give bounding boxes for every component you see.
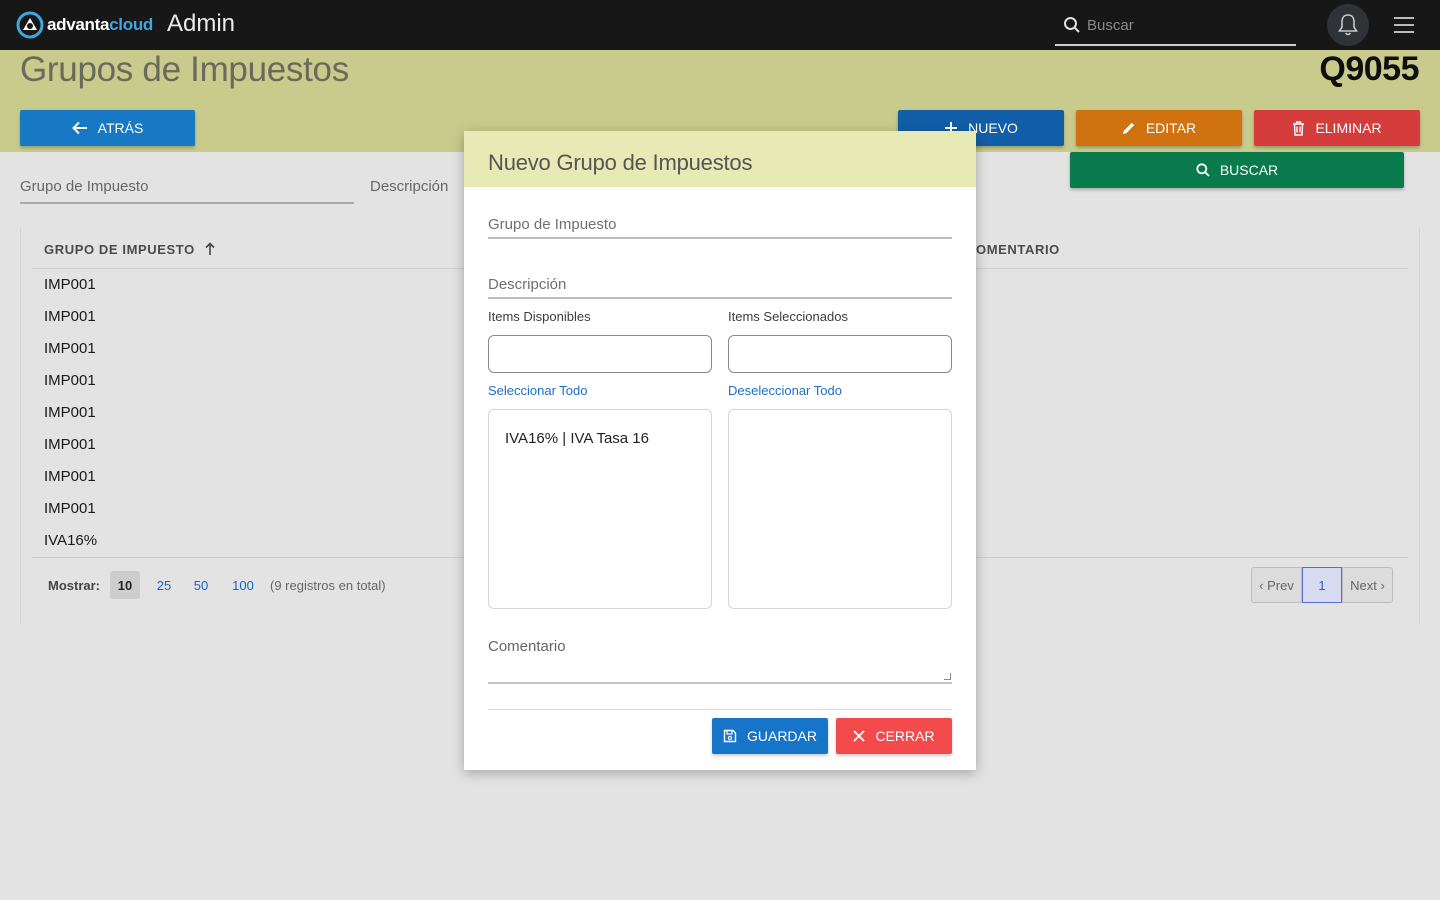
total-records: (9 registros en total) — [270, 578, 386, 593]
save-button[interactable]: GUARDAR — [712, 718, 828, 754]
table-row[interactable]: IMP001 — [44, 372, 96, 389]
table-row[interactable]: IMP001 — [44, 340, 96, 357]
page-size-label: Mostrar: — [48, 578, 101, 593]
page-size-10[interactable]: 10 — [110, 571, 140, 599]
selected-items-label: Items Seleccionados — [728, 309, 848, 324]
current-page-button[interactable]: 1 — [1302, 567, 1342, 603]
trash-icon — [1293, 120, 1305, 136]
bell-icon — [1338, 14, 1358, 36]
next-page-button[interactable]: Next › — [1342, 568, 1392, 602]
app-title: Admin — [167, 10, 236, 37]
back-button[interactable]: ATRÁS — [20, 110, 195, 146]
available-items-search-input[interactable] — [488, 335, 712, 373]
select-all-link[interactable]: Seleccionar Todo — [488, 383, 588, 398]
page-size-100[interactable]: 100 — [226, 571, 260, 599]
close-button-label: CERRAR — [875, 728, 935, 744]
search-button[interactable]: BUSCAR — [1070, 152, 1404, 188]
sort-ascending-icon — [205, 242, 215, 255]
close-icon — [853, 730, 866, 742]
back-button-label: ATRÁS — [97, 120, 144, 136]
selected-items-search-input[interactable] — [728, 335, 952, 373]
save-button-label: GUARDAR — [746, 728, 817, 744]
comment-textarea[interactable]: Comentario — [488, 638, 952, 684]
search-input[interactable] — [1087, 13, 1287, 37]
page-size-25[interactable]: 25 — [150, 571, 178, 599]
delete-button-label: ELIMINAR — [1315, 120, 1382, 136]
table-row[interactable]: IMP001 — [44, 276, 96, 293]
comment-label: Comentario — [488, 638, 566, 655]
tax-group-field[interactable]: Grupo de Impuesto — [488, 216, 952, 239]
column-header-group[interactable]: GRUPO DE IMPUESTO — [44, 242, 215, 257]
global-search[interactable] — [1055, 5, 1296, 46]
available-items-list: IVA16% | IVA Tasa 16 — [488, 409, 712, 609]
selected-items-list — [728, 409, 952, 609]
filter-description-field[interactable]: Descripción — [370, 178, 470, 204]
modal-header: Nuevo Grupo de Impuestos — [464, 131, 976, 187]
logo-text-advanta: advanta — [47, 15, 110, 34]
notifications-button[interactable] — [1327, 4, 1369, 46]
available-items-label: Items Disponibles — [488, 309, 591, 324]
modal-footer-divider — [488, 709, 952, 710]
prev-page-button[interactable]: ‹ Prev — [1252, 568, 1302, 602]
screen-code: Q9055 — [1319, 50, 1419, 88]
pencil-icon — [1122, 122, 1135, 134]
description-field[interactable]: Descripción — [488, 276, 952, 299]
top-navbar: advantacloud Admin — [0, 0, 1440, 50]
search-button-label: BUSCAR — [1219, 162, 1279, 178]
close-button[interactable]: CERRAR — [836, 718, 952, 754]
edit-button-label: EDITAR — [1145, 120, 1197, 136]
pagination: ‹ Prev 1 Next › — [1251, 567, 1393, 603]
search-icon — [1196, 163, 1210, 177]
modal-title: Nuevo Grupo de Impuestos — [488, 150, 753, 175]
floppy-disk-icon — [723, 729, 737, 743]
table-row[interactable]: IVA16% — [44, 532, 97, 549]
edit-button[interactable]: EDITAR — [1076, 110, 1242, 146]
filter-group-field[interactable]: Grupo de Impuesto — [20, 178, 354, 204]
table-row[interactable]: IMP001 — [44, 308, 96, 325]
table-row[interactable]: IMP001 — [44, 436, 96, 453]
delete-button[interactable]: ELIMINAR — [1254, 110, 1420, 146]
search-icon — [1064, 17, 1080, 33]
resize-handle-icon[interactable] — [944, 673, 951, 680]
new-tax-group-modal: Nuevo Grupo de Impuestos Grupo de Impues… — [464, 131, 976, 770]
arrow-left-icon — [71, 121, 87, 135]
hamburger-menu-icon[interactable] — [1394, 17, 1414, 33]
table-row[interactable]: IMP001 — [44, 404, 96, 421]
deselect-all-link[interactable]: Deseleccionar Todo — [728, 383, 842, 398]
table-row[interactable]: IMP001 — [44, 500, 96, 517]
page-size-50[interactable]: 50 — [187, 571, 215, 599]
list-item[interactable]: IVA16% | IVA Tasa 16 — [505, 430, 649, 447]
column-header-comment[interactable]: OMENTARIO — [976, 242, 1060, 257]
table-row[interactable]: IMP001 — [44, 468, 96, 485]
app-logo[interactable]: advantacloud — [16, 11, 153, 39]
advantacloud-logo-icon — [16, 11, 44, 39]
logo-text-cloud: cloud — [109, 15, 153, 34]
page-title: Grupos de Impuestos — [20, 50, 349, 89]
